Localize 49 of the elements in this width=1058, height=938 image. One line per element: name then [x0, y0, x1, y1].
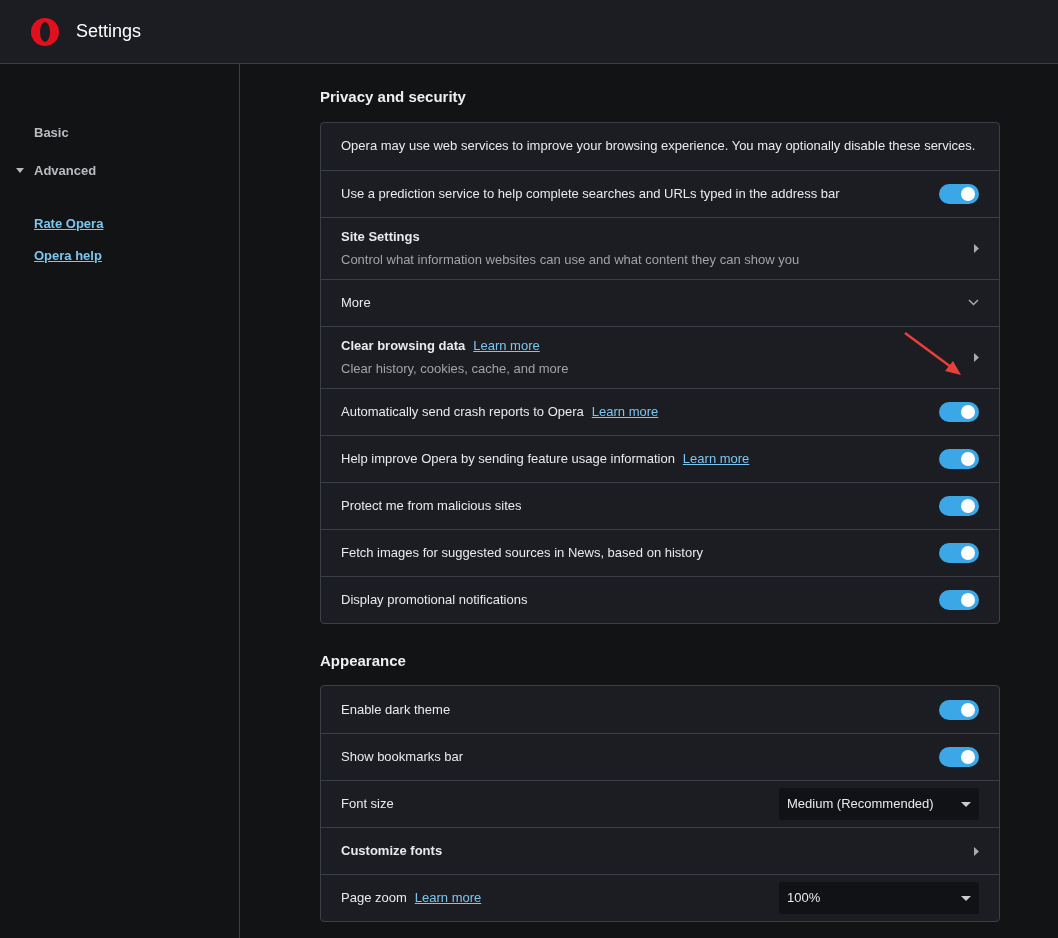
- toggle-switch[interactable]: [939, 747, 979, 767]
- setting-label: Page zoom: [341, 889, 407, 908]
- setting-label: Enable dark theme: [341, 700, 451, 719]
- settings-row-link[interactable]: Site Settings Control what information websites can use and what content they can show you: [321, 216, 999, 279]
- page-title: Settings: [76, 20, 142, 43]
- setting-label: Automatically send crash reports to Opera: [341, 402, 584, 421]
- annotation-arrow: [904, 331, 961, 375]
- toggle-switch[interactable]: [939, 401, 979, 422]
- setting-label: Display promotional notifications: [341, 590, 528, 609]
- setting-label: Customize fonts: [341, 842, 443, 861]
- toggle-switch[interactable]: [939, 495, 979, 516]
- setting-label: More: [341, 293, 371, 312]
- learn-more-link[interactable]: Learn more: [414, 888, 482, 908]
- setting-label: Help improve Opera by sending feature usage information: [341, 449, 675, 468]
- chevron-right-icon: [974, 243, 979, 253]
- setting-label: Use a prediction service to help complete searches and URLs typed in the address bar: [341, 184, 840, 203]
- setting-label: Clear browsing data: [341, 336, 466, 355]
- opera-logo-icon: [30, 16, 60, 47]
- learn-more-link[interactable]: Learn more: [591, 401, 659, 422]
- setting-description: Control what information websites can use and what content they can show you: [341, 251, 800, 269]
- chevron-right-icon: [974, 352, 979, 362]
- settings-row-link[interactable]: Clear browsing data Learn more Clear history, cookies, cache, and more: [321, 325, 999, 388]
- sidebar-item[interactable]: Basic: [0, 114, 239, 152]
- caret-icon: [961, 895, 971, 901]
- caret-icon: [961, 801, 971, 807]
- section-heading: Privacy and security: [320, 87, 467, 107]
- setting-label: Site Settings: [341, 227, 420, 246]
- dropdown-select[interactable]: 100%: [779, 882, 979, 914]
- dropdown-select[interactable]: Medium (Recommended): [779, 788, 979, 820]
- setting-label: Fetch images for suggested sources in News, based on history: [341, 543, 703, 562]
- toggle-switch[interactable]: [939, 183, 979, 204]
- caret-icon: [16, 168, 24, 173]
- section-heading: Appearance: [320, 650, 407, 671]
- toggle-switch[interactable]: [939, 448, 979, 469]
- setting-label: Show bookmarks bar: [341, 748, 464, 767]
- toggle-switch[interactable]: [939, 542, 979, 563]
- settings-row-link[interactable]: Customize fonts: [321, 827, 999, 874]
- setting-description: Clear history, cookies, cache, and more: [341, 360, 569, 378]
- setting-label: Protect me from malicious sites: [341, 496, 522, 515]
- chevron-right-icon: [974, 846, 979, 856]
- toggle-switch[interactable]: [939, 589, 979, 610]
- toggle-switch[interactable]: [939, 699, 979, 720]
- learn-more-link[interactable]: Learn more: [682, 448, 750, 469]
- sidebar-link[interactable]: Rate Opera: [0, 214, 104, 234]
- sidebar-item[interactable]: Advanced: [0, 152, 239, 190]
- setting-label: Font size: [341, 795, 394, 814]
- description-text: Opera may use web services to improve your browsing experience. You may optionally disable these services.: [341, 137, 976, 156]
- sidebar-link[interactable]: Opera help: [0, 246, 102, 266]
- learn-more-link[interactable]: Learn more: [473, 335, 540, 355]
